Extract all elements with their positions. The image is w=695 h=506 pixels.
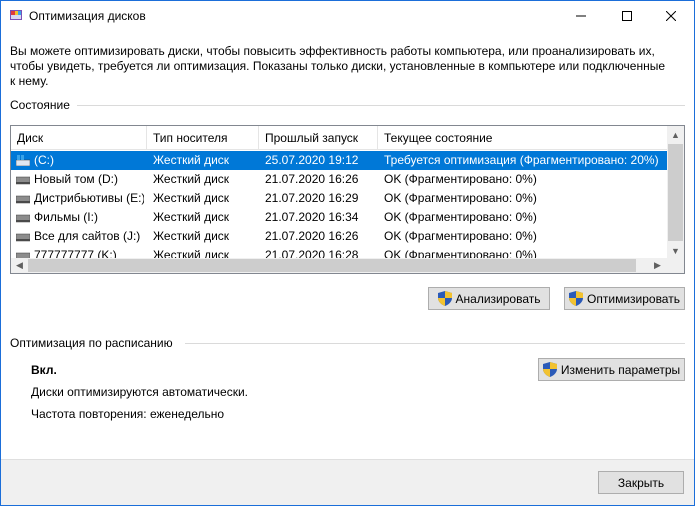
maximize-icon (622, 11, 632, 21)
schedule-frequency: Частота повторения: еженедельно (31, 407, 225, 421)
schedule-state: Вкл. (31, 363, 57, 377)
drive-list-header: Диск Тип носителя Прошлый запуск Текущее… (11, 126, 668, 150)
footer-bar: Закрыть (1, 459, 694, 505)
drive-name: Все для сайтов (J:) (34, 229, 141, 243)
column-header-media[interactable]: Тип носителя (147, 126, 259, 150)
drive-row-i[interactable]: Фильмы (I:) Жесткий диск 21.07.2020 16:3… (11, 208, 668, 227)
drive-last-run: 21.07.2020 16:34 (265, 210, 359, 224)
column-header-status[interactable]: Текущее состояние (378, 126, 668, 150)
close-icon (666, 11, 676, 21)
drive-icon (16, 233, 30, 242)
chevron-down-icon: ▼ (671, 245, 680, 256)
scroll-up-button[interactable]: ▲ (667, 126, 684, 143)
drive-status: Требуется оптимизация (Фрагментировано: … (384, 153, 659, 167)
drive-status: OK (Фрагментировано: 0%) (384, 210, 537, 224)
scroll-left-button[interactable]: ◀ (11, 257, 28, 273)
drive-row-d[interactable]: Новый том (D:) Жесткий диск 21.07.2020 1… (11, 170, 668, 189)
scroll-right-button[interactable]: ▶ (649, 257, 666, 273)
defrag-app-icon (10, 10, 22, 20)
uac-shield-icon (569, 291, 584, 306)
drive-media-type: Жесткий диск (153, 229, 230, 243)
window-title: Оптимизация дисков (29, 9, 146, 23)
analyze-button[interactable]: Анализировать (428, 287, 550, 310)
drive-row-j[interactable]: Все для сайтов (J:) Жесткий диск 21.07.2… (11, 227, 668, 246)
drive-row-e[interactable]: Дистрибьютивы (E:) Жесткий диск 21.07.20… (11, 189, 668, 208)
column-header-last-run[interactable]: Прошлый запуск (259, 126, 378, 150)
uac-shield-icon (542, 362, 557, 377)
status-section-title: Состояние (10, 98, 70, 112)
defrag-window: Оптимизация дисков Вы можете оптимизиров… (0, 0, 695, 506)
scroll-down-button[interactable]: ▼ (667, 242, 684, 259)
drive-name: Дистрибьютивы (E:) (34, 191, 144, 205)
analyze-button-label: Анализировать (455, 291, 541, 306)
drive-row-c[interactable]: (C:) Жесткий диск 25.07.2020 19:12 Требу… (11, 151, 668, 170)
column-header-disk[interactable]: Диск (11, 126, 147, 150)
optimize-button[interactable]: Оптимизировать (564, 287, 685, 310)
drive-icon (16, 176, 30, 185)
close-dialog-button[interactable]: Закрыть (598, 471, 684, 494)
drive-icon (16, 195, 30, 204)
chevron-right-icon: ▶ (654, 260, 661, 270)
drive-last-run: 21.07.2020 16:26 (265, 229, 359, 243)
uac-shield-icon (437, 291, 452, 306)
windows-drive-icon (16, 155, 30, 166)
vertical-scroll-thumb[interactable] (668, 144, 683, 241)
schedule-auto-text: Диски оптимизируются автоматически. (31, 385, 249, 399)
title-bar[interactable]: Оптимизация дисков (1, 1, 694, 31)
drive-name: Фильмы (I:) (34, 210, 98, 224)
minimize-button[interactable] (558, 1, 604, 31)
schedule-section-title: Оптимизация по расписанию (10, 336, 173, 350)
drive-name: (C:) (34, 153, 54, 167)
intro-text: Вы можете оптимизировать диски, чтобы по… (10, 44, 666, 88)
drive-status: OK (Фрагментировано: 0%) (384, 191, 537, 205)
drive-status: OK (Фрагментировано: 0%) (384, 172, 537, 186)
drive-last-run: 21.07.2020 16:29 (265, 191, 359, 205)
chevron-left-icon: ◀ (16, 260, 23, 270)
horizontal-scrollbar[interactable]: ◀ ▶ (11, 258, 684, 273)
change-settings-button[interactable]: Изменить параметры (538, 358, 685, 381)
drive-last-run: 21.07.2020 16:26 (265, 172, 359, 186)
drive-last-run: 25.07.2020 19:12 (265, 153, 359, 167)
optimize-button-label: Оптимизировать (587, 291, 680, 306)
chevron-up-icon: ▲ (671, 129, 680, 140)
close-button[interactable] (648, 1, 694, 31)
status-divider (77, 105, 685, 106)
drive-media-type: Жесткий диск (153, 191, 230, 205)
drive-media-type: Жесткий диск (153, 153, 230, 167)
drive-status: OK (Фрагментировано: 0%) (384, 229, 537, 243)
drive-media-type: Жесткий диск (153, 210, 230, 224)
drive-icon (16, 214, 30, 223)
drive-media-type: Жесткий диск (153, 172, 230, 186)
drive-list[interactable]: Диск Тип носителя Прошлый запуск Текущее… (10, 125, 685, 274)
close-dialog-label: Закрыть (617, 475, 665, 490)
schedule-divider (185, 343, 685, 344)
maximize-button[interactable] (604, 1, 650, 31)
drive-name: Новый том (D:) (34, 172, 118, 186)
minimize-icon (576, 15, 586, 17)
change-settings-label: Изменить параметры (560, 362, 681, 377)
horizontal-scroll-thumb[interactable] (28, 259, 636, 272)
vertical-scrollbar[interactable]: ▲ ▼ (667, 126, 684, 259)
